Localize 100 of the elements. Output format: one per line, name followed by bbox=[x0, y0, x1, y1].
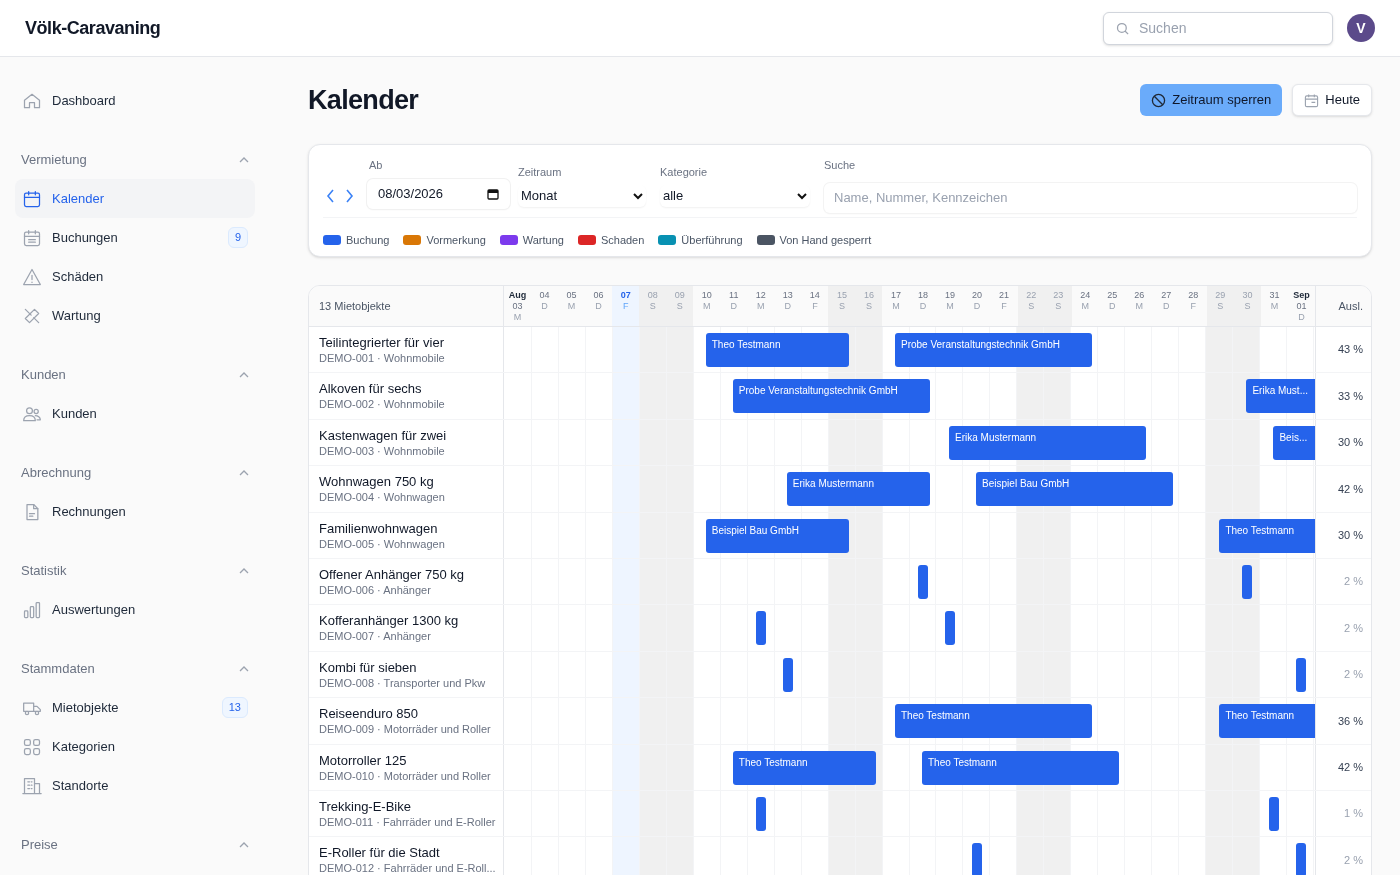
item-meta: DEMO-004 · Wohnwagen bbox=[319, 490, 446, 505]
utilization-value: 33 % bbox=[1337, 388, 1363, 404]
section-header[interactable]: Preise bbox=[15, 825, 255, 864]
booking-bar[interactable] bbox=[1296, 843, 1307, 875]
booking-bar[interactable] bbox=[782, 657, 793, 692]
field-label: Suche bbox=[824, 158, 857, 173]
calendar-icon bbox=[22, 188, 42, 209]
count-badge: 9 bbox=[227, 227, 248, 248]
day-header: 29 S bbox=[1206, 286, 1234, 326]
booking-bar[interactable]: Theo Testmann bbox=[705, 333, 849, 367]
app-logo: Völk-Caravaning bbox=[25, 16, 161, 40]
sidebar-item[interactable]: Kalender bbox=[15, 179, 255, 218]
day-header: 31 M bbox=[1268, 289, 1281, 313]
booking-bar[interactable]: Theo Testmann bbox=[922, 750, 1120, 785]
block-period-button[interactable]: Zeitraum sperren bbox=[1140, 84, 1283, 116]
section-header[interactable]: Statistik bbox=[15, 551, 255, 590]
section-header[interactable]: Vermietung bbox=[15, 140, 255, 179]
utilization-value: 2 % bbox=[1344, 574, 1363, 590]
item-name[interactable]: Teilintegrierter für vier bbox=[319, 335, 493, 351]
item-name[interactable]: Reiseenduro 850 bbox=[319, 706, 493, 723]
item-meta: DEMO-001 · Wohnmobile bbox=[319, 351, 446, 365]
booking-bar[interactable] bbox=[972, 843, 983, 875]
utilization-value: 43 % bbox=[1337, 342, 1363, 358]
sidebar-item[interactable]: Rechnungen bbox=[15, 492, 255, 531]
item-name[interactable]: Wohnwagen 750 kg bbox=[319, 474, 493, 491]
search-field[interactable]: Name, Nummer, Kennzeichen bbox=[824, 182, 1357, 213]
booking-bar[interactable] bbox=[1269, 796, 1280, 831]
legend-label: Überführung bbox=[681, 233, 743, 248]
calendar-icon[interactable] bbox=[487, 188, 499, 200]
booking-bar[interactable]: Probe Veranstaltungstechnik GmbH bbox=[732, 379, 930, 414]
day-header: 10 M bbox=[700, 289, 713, 313]
booking-bar[interactable]: Theo Testmann bbox=[894, 704, 1093, 739]
item-name[interactable]: Kastenwagen für zwei bbox=[319, 427, 493, 444]
field-label: Zeitraum bbox=[518, 164, 563, 180]
day-header: 18 D bbox=[917, 289, 929, 313]
sidebar-item[interactable]: Wartung bbox=[15, 296, 255, 335]
sidebar-item[interactable]: Schäden bbox=[15, 257, 255, 296]
item-name[interactable]: Trekking-E-Bike bbox=[319, 798, 493, 815]
booking-bar[interactable] bbox=[1242, 564, 1253, 599]
booking-bar[interactable]: Erika Mustermann bbox=[786, 472, 930, 507]
day-header: 16 S bbox=[855, 286, 883, 326]
booking-bar[interactable]: Beispiel Bau GmbH bbox=[976, 472, 1174, 507]
booking-bar[interactable]: Erika Mustermann bbox=[949, 425, 1147, 460]
day-header: 04 D bbox=[538, 289, 551, 313]
item-meta: DEMO-012 · Fahrräder und E-Roll... bbox=[319, 861, 493, 875]
item-name[interactable]: Alkoven für sechs bbox=[319, 381, 493, 398]
chevron-down-icon bbox=[797, 192, 807, 200]
section-header[interactable]: Stammdaten bbox=[15, 649, 255, 688]
user-avatar[interactable]: V bbox=[1347, 14, 1375, 42]
booking-bar[interactable] bbox=[755, 796, 766, 831]
section-header[interactable]: Kunden bbox=[15, 355, 255, 394]
sidebar-item[interactable]: Kunden bbox=[15, 394, 255, 433]
calendar-icon bbox=[1304, 92, 1320, 108]
sidebar-item[interactable]: Buchungen 9 bbox=[15, 218, 255, 257]
utilization-value: 1 % bbox=[1344, 806, 1363, 822]
booking-bar[interactable]: Erika Must... bbox=[1246, 379, 1315, 414]
day-header: 28 F bbox=[1187, 289, 1200, 313]
page-title: Kalender bbox=[308, 83, 419, 117]
utilization-value: 30 % bbox=[1337, 528, 1363, 543]
sidebar-item[interactable]: Dashboard bbox=[15, 81, 255, 120]
sidebar-item[interactable]: Auswertungen bbox=[15, 590, 255, 629]
sidebar-item[interactable]: Kategorien bbox=[15, 727, 255, 766]
today-button[interactable]: Heute bbox=[1292, 84, 1372, 116]
booking-bar[interactable]: Theo Testmann bbox=[732, 750, 876, 785]
booking-bar[interactable]: Probe Veranstaltungstechnik GmbH bbox=[894, 333, 1093, 367]
search-field[interactable]: Suchen bbox=[1103, 11, 1333, 45]
legend-label: Buchung bbox=[346, 233, 390, 248]
section-header[interactable]: Abrechnung bbox=[15, 453, 255, 492]
chevron-up-icon bbox=[239, 156, 249, 163]
day-header: Sep 01 D bbox=[1292, 289, 1311, 324]
day-header: 23 S bbox=[1044, 286, 1072, 326]
item-name[interactable]: Familienwohnwagen bbox=[319, 520, 493, 537]
day-header: 27 D bbox=[1160, 289, 1173, 313]
sidebar-item[interactable]: Mietobjekte 13 bbox=[15, 688, 255, 727]
booking-bar[interactable]: Beispiel Bau GmbH bbox=[705, 518, 849, 553]
booking-bar[interactable]: Theo Testmann bbox=[1219, 518, 1315, 553]
item-name[interactable]: Motorroller 125 bbox=[319, 752, 493, 769]
item-name[interactable]: Kofferanhänger 1300 kg bbox=[319, 613, 493, 630]
item-name[interactable]: Kombi für sieben bbox=[319, 659, 493, 676]
search-icon bbox=[1115, 20, 1130, 36]
booking-bar[interactable]: Beis... bbox=[1273, 425, 1315, 460]
day-header: 15 S bbox=[828, 286, 856, 326]
day-header: 11 D bbox=[728, 289, 740, 313]
booking-bar[interactable] bbox=[918, 564, 928, 599]
period-select[interactable]: Monat bbox=[518, 185, 646, 207]
date-field[interactable]: 08/03/2026 bbox=[367, 179, 510, 209]
booking-bar[interactable]: Theo Testmann bbox=[1219, 704, 1315, 739]
day-header: 24 M bbox=[1079, 289, 1092, 313]
item-meta: DEMO-007 · Anhänger bbox=[319, 629, 432, 644]
item-meta: DEMO-002 · Wohnmobile bbox=[319, 397, 446, 412]
booking-bar[interactable] bbox=[1296, 657, 1307, 692]
item-name[interactable]: E-Roller für die Stadt bbox=[319, 845, 493, 862]
field-label: Kategorie bbox=[660, 164, 709, 180]
booking-bar[interactable] bbox=[755, 611, 766, 646]
category-select[interactable]: alle bbox=[660, 185, 810, 207]
utilization-value: 2 % bbox=[1344, 667, 1363, 683]
booking-bar[interactable] bbox=[945, 611, 956, 646]
item-name[interactable]: Offener Anhänger 750 kg bbox=[319, 566, 493, 583]
chevron-up-icon bbox=[239, 469, 249, 476]
sidebar-item[interactable]: Standorte bbox=[15, 766, 255, 805]
